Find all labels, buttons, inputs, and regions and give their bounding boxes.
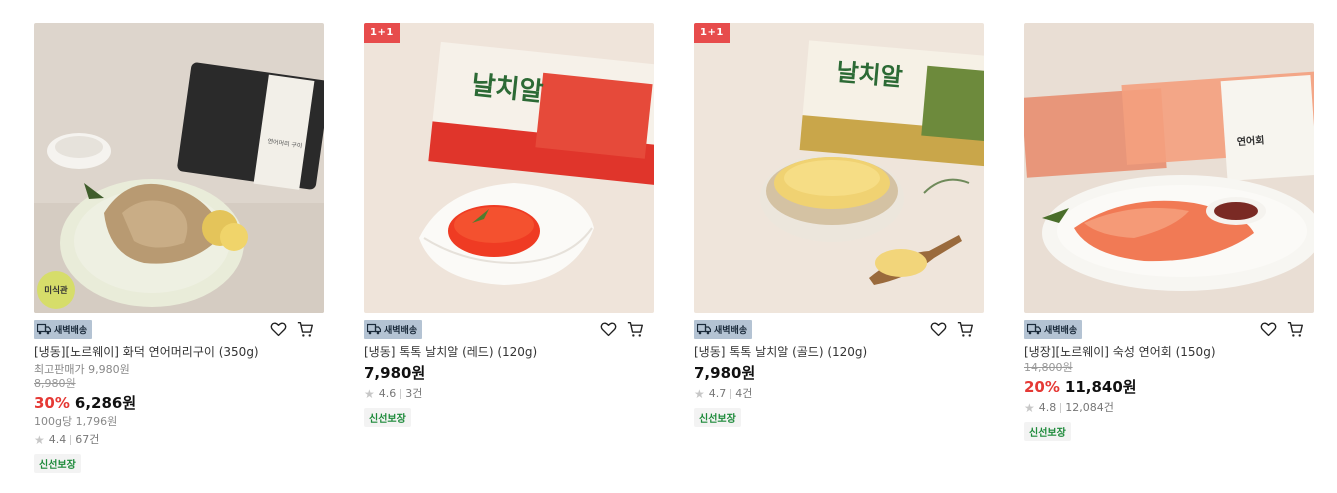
product-title[interactable]: [냉동][노르웨이] 화덕 연어머리구이 (350g) [34,344,324,361]
product-title[interactable]: [냉동] 톡톡 날치알 (골드) (120g) [694,344,984,361]
product-image[interactable]: 연어회 [1024,23,1314,313]
original-price: 8,980원 [34,377,76,390]
truck-icon [1027,323,1041,335]
meta-row: 새벽배송 [1024,318,1314,340]
cart-icon [297,321,313,337]
truck-icon [367,323,381,335]
heart-icon [1260,321,1277,336]
delivery-label: 새벽배송 [1044,325,1078,336]
wishlist-button[interactable] [270,321,287,338]
truck-icon [697,323,711,335]
reference-price: 최고판매가 9,980원 [34,363,130,376]
truck-icon [37,323,51,335]
cart-icon [627,321,643,337]
freshness-guarantee-badge: 신선보장 [1024,422,1071,441]
rating-divider [1060,403,1062,413]
product-photo-flying-fish-roe-red: 날치알 [364,23,654,313]
promo-badge: 1+1 [364,23,400,43]
add-to-cart-button[interactable] [627,321,644,338]
heart-icon [270,321,287,336]
product-photo-salmon-head: 연어머리 구이 [34,23,324,313]
delivery-label: 새벽배송 [384,325,418,336]
add-to-cart-button[interactable] [1287,321,1304,338]
product-card[interactable]: 날치알 1+1 새벽배송 [냉동] 톡톡 날치알 (레드) (120g) 7,9… [364,23,654,427]
delivery-tag: 새벽배송 [1024,319,1083,339]
meta-row: 새벽배송 [34,318,324,340]
card-actions [270,321,324,338]
cart-icon [1287,321,1303,337]
meta-row: 새벽배송 [364,318,654,340]
wishlist-button[interactable] [1260,321,1277,338]
freshness-guarantee-badge: 신선보장 [694,408,741,427]
rating: ★ 4.7 4건 [694,386,984,402]
star-icon: ★ [1024,401,1035,415]
review-count: 67건 [75,433,100,446]
review-count: 12,084건 [1065,401,1114,414]
product-title[interactable]: [냉장][노르웨이] 숙성 연어회 (150g) [1024,344,1314,361]
review-count: 4건 [735,387,753,400]
rating-score: 4.8 [1038,401,1057,414]
unit-price: 100g당 1,796원 [34,415,118,428]
original-price: 14,800원 [1024,361,1073,374]
star-icon: ★ [694,387,705,401]
product-title[interactable]: [냉동] 톡톡 날치알 (레드) (120g) [364,344,654,361]
star-icon: ★ [34,433,45,447]
delivery-tag: 새벽배송 [34,319,93,339]
freshness-guarantee-badge: 신선보장 [34,454,81,473]
review-count: 3건 [405,387,423,400]
product-card[interactable]: 날치알 1+1 새벽배송 [냉동] 톡톡 날치알 (골드) (120g) 7,9… [694,23,984,427]
rating-score: 4.7 [708,387,727,400]
gourmet-badge: 미식관 [37,271,75,309]
add-to-cart-button[interactable] [297,321,314,338]
sale-price: 7,980원 [694,364,756,382]
product-grid: 연어머리 구이 미식관 새벽배송 [냉동][노르웨이] 화덕 연어머리구이 (3… [0,0,1337,493]
freshness-guarantee-badge: 신선보장 [364,408,411,427]
delivery-tag: 새벽배송 [694,319,753,339]
delivery-tag: 새벽배송 [364,319,423,339]
rating-score: 4.6 [378,387,397,400]
delivery-label: 새벽배송 [54,325,88,336]
heart-icon [930,321,947,336]
sale-price: 11,840원 [1064,378,1137,396]
meta-row: 새벽배송 [694,318,984,340]
rating-score: 4.4 [48,433,67,446]
product-image[interactable]: 날치알 1+1 [364,23,654,313]
sale-price: 7,980원 [364,364,426,382]
discount-rate: 30% [34,394,70,412]
product-photo-salmon-sashimi: 연어회 [1024,23,1314,313]
price-row: 20% 11,840원 [1024,377,1314,397]
rating-divider [730,389,732,399]
price-row: 7,980원 [694,363,984,383]
rating-divider [400,389,402,399]
product-card[interactable]: 연어머리 구이 미식관 새벽배송 [냉동][노르웨이] 화덕 연어머리구이 (3… [34,23,324,473]
price-row: 7,980원 [364,363,654,383]
cart-icon [957,321,973,337]
rating: ★ 4.8 12,084건 [1024,400,1314,416]
price-row: 30% 6,286원 [34,393,324,413]
discount-rate: 20% [1024,378,1060,396]
star-icon: ★ [364,387,375,401]
rating-divider [70,435,72,445]
product-card[interactable]: 연어회 새벽배송 [냉장][노르웨이] 숙성 연어회 (150g) 14,800… [1024,23,1314,441]
card-actions [600,321,654,338]
add-to-cart-button[interactable] [957,321,974,338]
card-actions [930,321,984,338]
sale-price: 6,286원 [74,394,137,412]
wishlist-button[interactable] [600,321,617,338]
svg-text:날치알: 날치알 [835,58,903,92]
heart-icon [600,321,617,336]
product-photo-flying-fish-roe-gold: 날치알 [694,23,984,313]
product-image[interactable]: 날치알 1+1 [694,23,984,313]
rating: ★ 4.6 3건 [364,386,654,402]
wishlist-button[interactable] [930,321,947,338]
card-actions [1260,321,1314,338]
product-image[interactable]: 연어머리 구이 미식관 [34,23,324,313]
rating: ★ 4.4 67건 [34,432,324,448]
delivery-label: 새벽배송 [714,325,748,336]
promo-badge: 1+1 [694,23,730,43]
